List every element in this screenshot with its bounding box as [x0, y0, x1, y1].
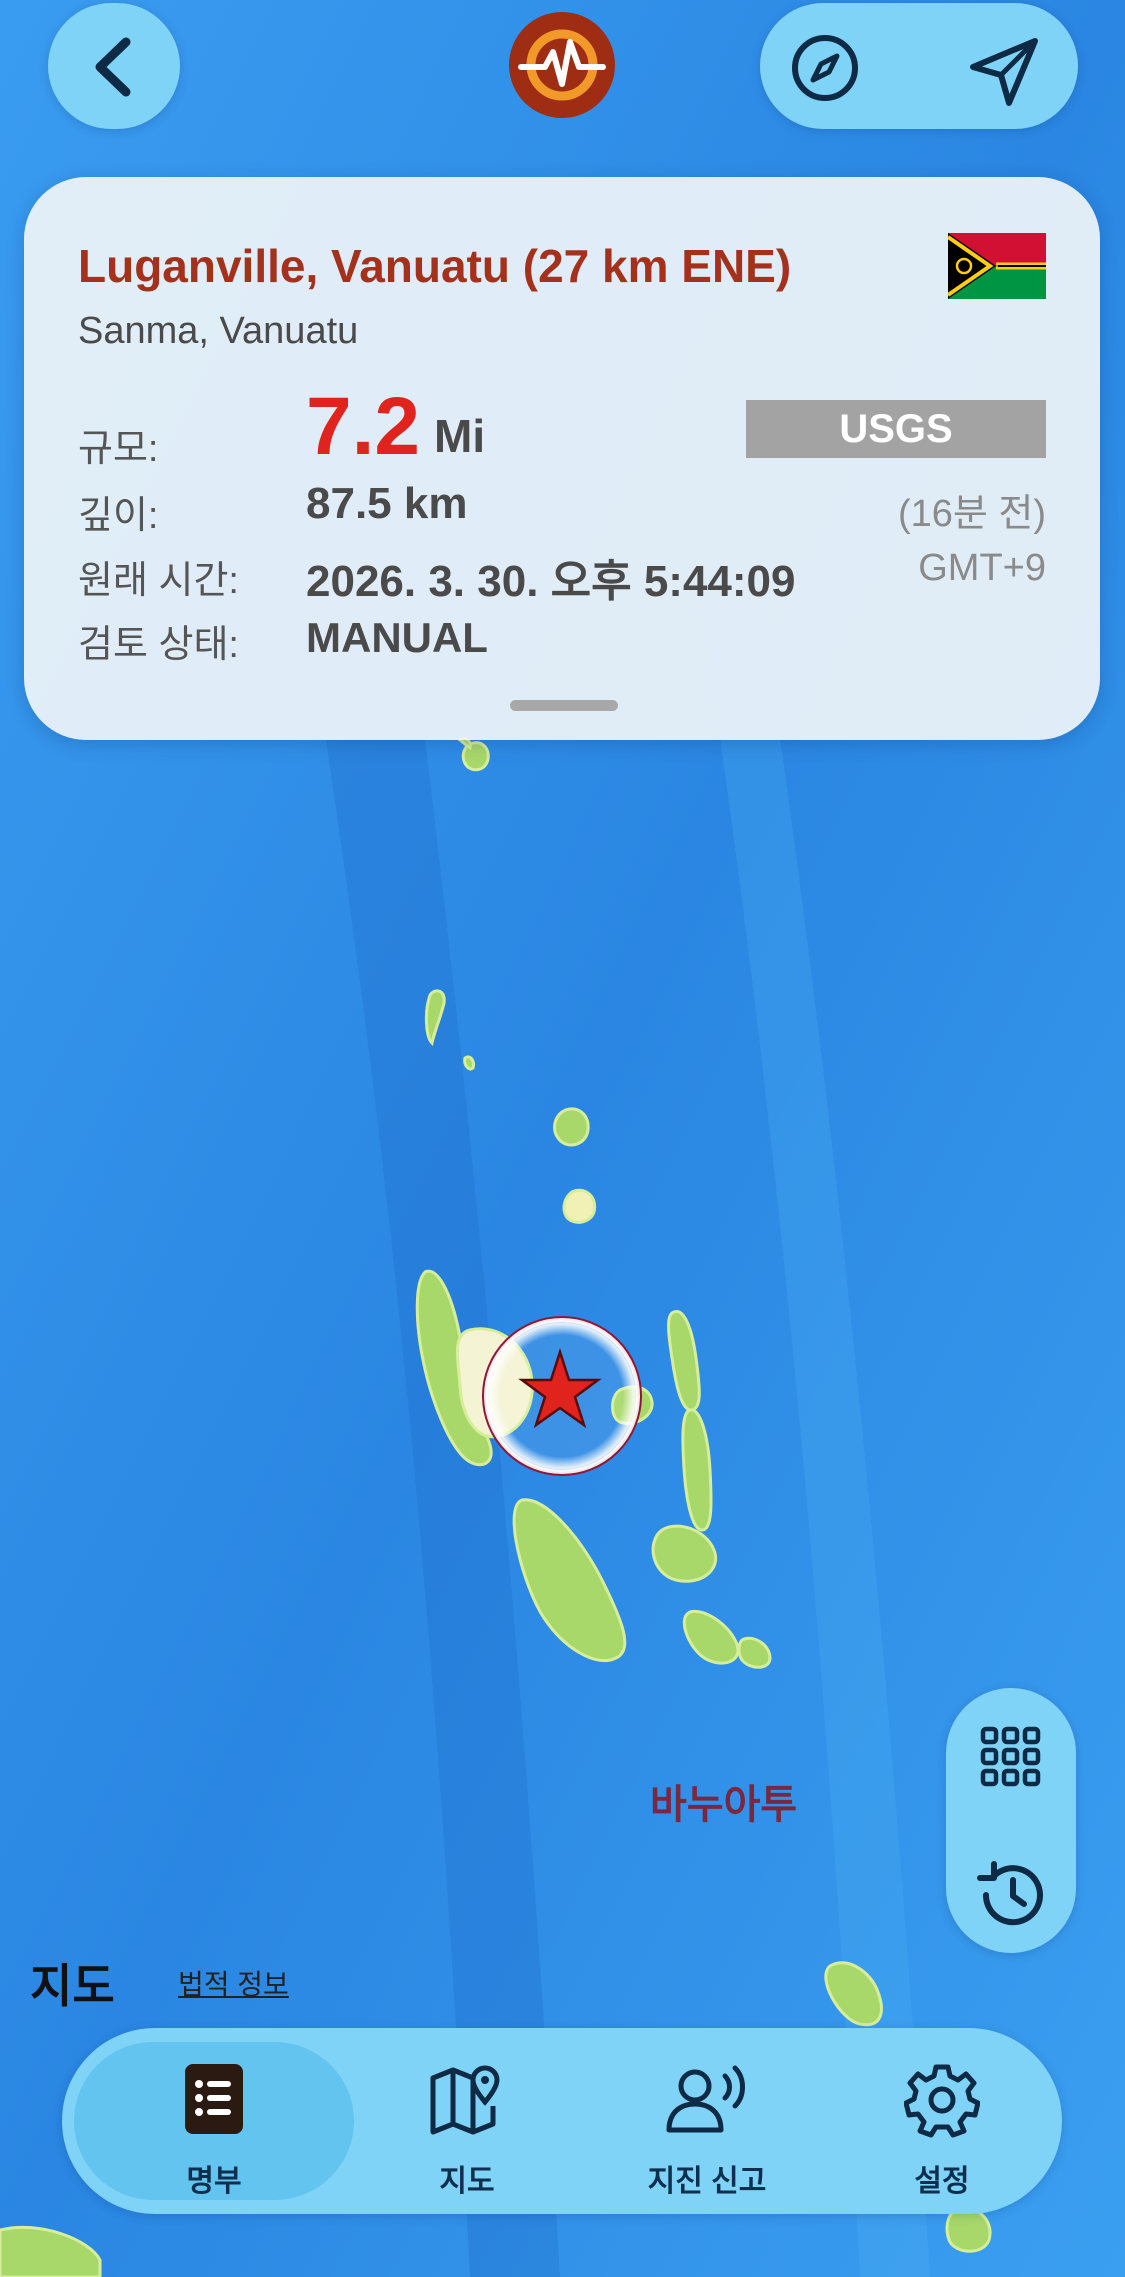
navigation-controls: [760, 3, 1078, 129]
location-arrow-icon[interactable]: [965, 31, 1045, 111]
sheet-grabber[interactable]: [510, 700, 618, 711]
depth-value: 87.5 km: [306, 479, 468, 528]
tab-list[interactable]: 명부: [74, 2028, 354, 2214]
magnitude-unit: Mi: [434, 410, 486, 462]
map-pin-icon: [430, 2065, 500, 2135]
origin-time-value: 2026. 3. 30. 오후 5:44:09: [306, 557, 796, 606]
tab-list-label: 명부: [186, 2165, 242, 2198]
earthquake-info-card[interactable]: Luganville, Vanuatu (27 km ENE) Sanma, V…: [24, 177, 1100, 740]
person-report-icon: [666, 2065, 745, 2133]
source-badge[interactable]: USGS: [746, 400, 1046, 458]
map-country-label: 바누아투: [650, 1783, 798, 1827]
place-title: Luganville, Vanuatu (27 km ENE): [78, 240, 792, 292]
depth-label: 깊이:: [78, 495, 159, 537]
legal-info-link[interactable]: 법적 정보: [178, 1963, 289, 2003]
maps-attribution: 지도: [30, 1950, 115, 2016]
grid-icon[interactable]: [980, 1726, 1042, 1788]
tab-map-label: 지도: [439, 2165, 495, 2198]
tab-settings[interactable]: 설정: [842, 2028, 1042, 2214]
maps-brand-text: 지도: [30, 1960, 115, 2012]
app-logo: [509, 12, 615, 118]
tab-earthquake-report[interactable]: 지진 신고: [582, 2028, 832, 2214]
seismograph-logo-icon: [512, 15, 612, 115]
compass-icon[interactable]: [790, 33, 860, 103]
region-text: Sanma, Vanuatu: [78, 310, 359, 352]
list-book-icon: [185, 2064, 243, 2134]
map-side-controls: [946, 1688, 1076, 1953]
history-icon[interactable]: [972, 1856, 1050, 1934]
review-status-value: MANUAL: [306, 614, 488, 661]
gear-icon: [904, 2064, 980, 2138]
magnitude-value: 7.2: [306, 381, 420, 472]
magnitude-label: 규모:: [78, 428, 159, 470]
vanuatu-flag-icon: [948, 233, 1046, 299]
timezone-text: GMT+9: [918, 547, 1046, 589]
back-button[interactable]: [48, 3, 180, 129]
chevron-left-icon: [95, 37, 131, 97]
origin-time-label: 원래 시간:: [78, 560, 239, 602]
tab-map[interactable]: 지도: [362, 2028, 572, 2214]
review-status-label: 검토 상태:: [78, 624, 239, 666]
tab-report-label: 지진 신고: [647, 2165, 767, 2198]
tab-bar: 명부 지도 지진 신고 설정: [62, 2028, 1062, 2214]
tab-settings-label: 설정: [914, 2165, 970, 2198]
time-ago: (16분 전): [897, 493, 1046, 535]
